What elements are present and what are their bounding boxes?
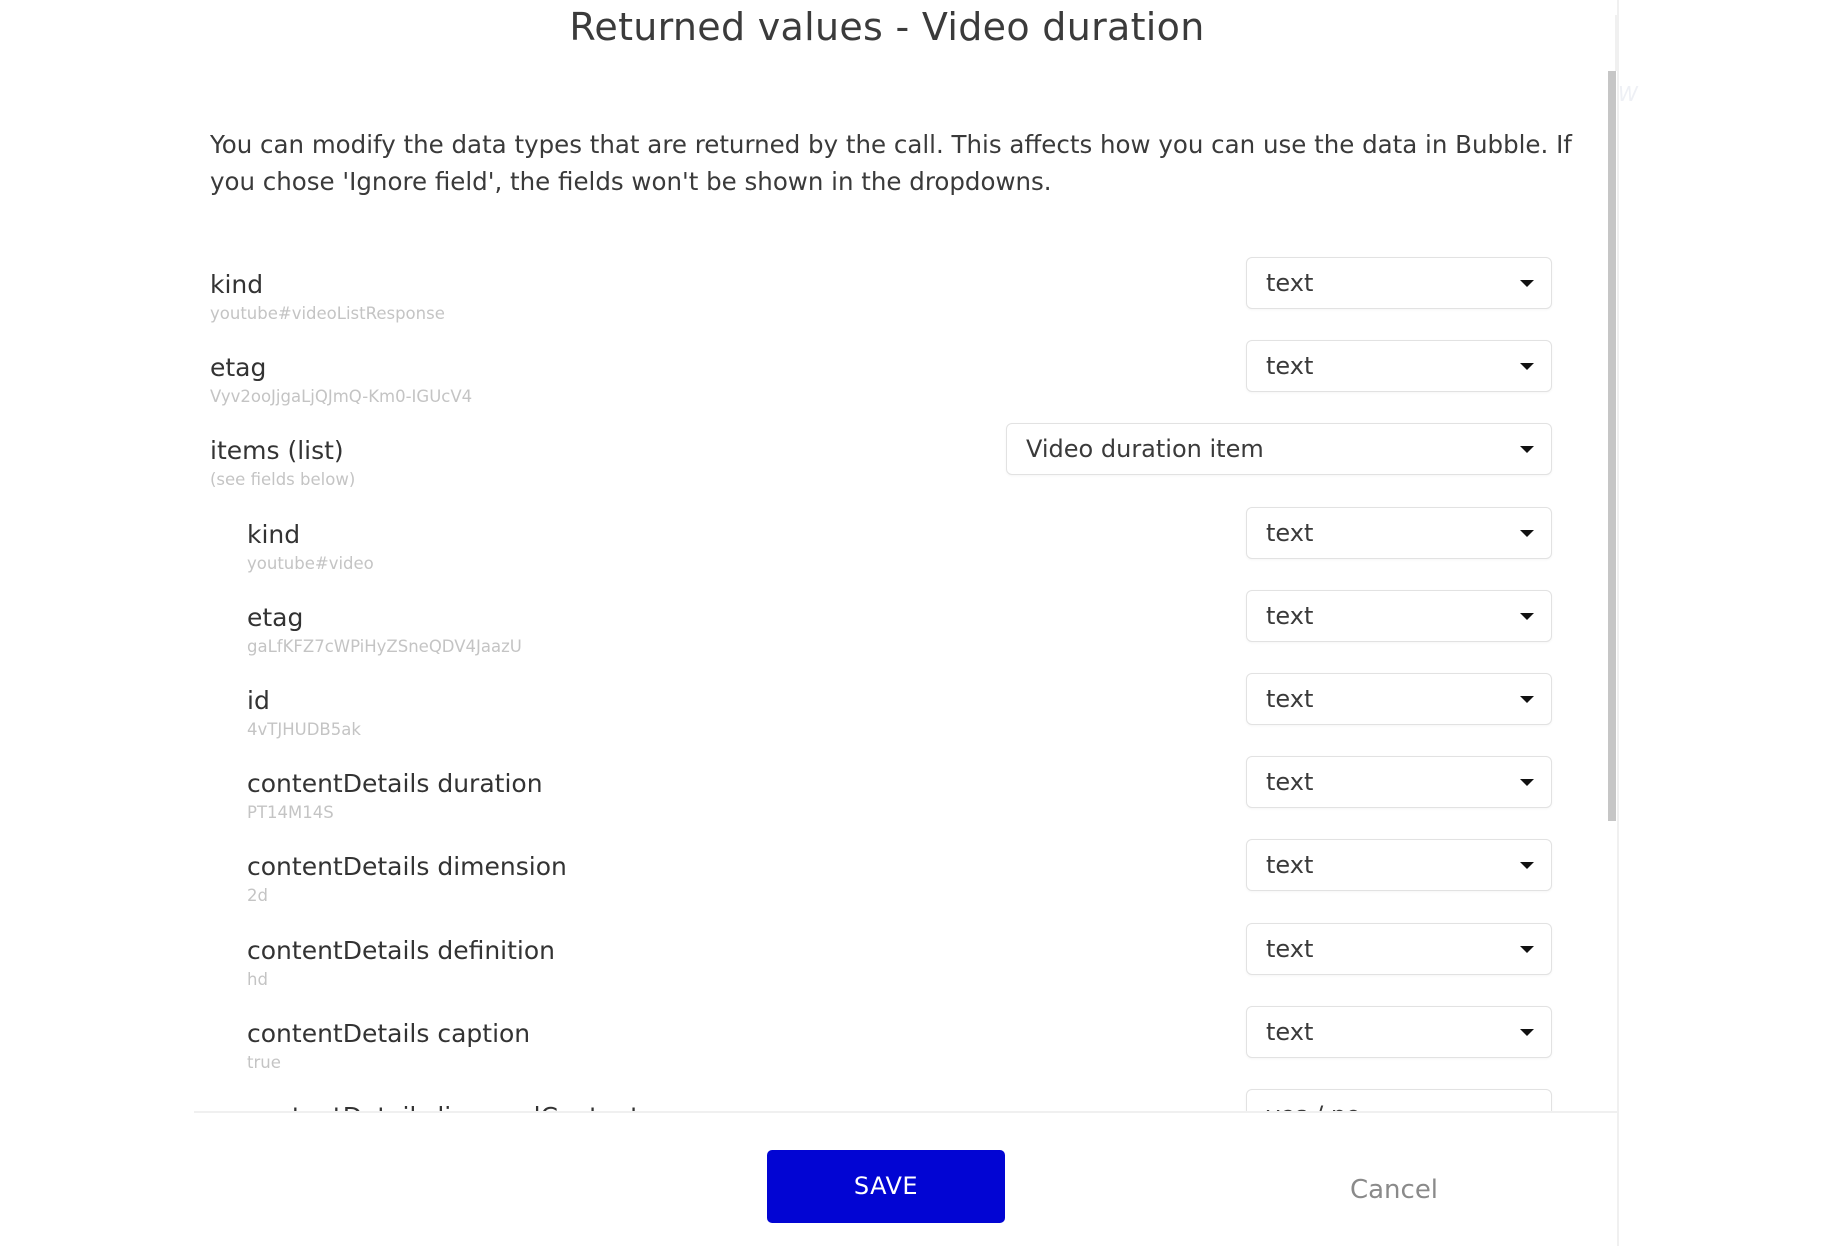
- field-label: contentDetails licensedContent: [247, 1102, 640, 1111]
- field-type-dropdown[interactable]: text: [1246, 340, 1552, 393]
- caret-down-icon: [1520, 945, 1534, 953]
- dropdown-selected-value: text: [1266, 518, 1314, 547]
- field-label: items (list): [210, 436, 344, 466]
- field-type-dropdown[interactable]: text: [1246, 839, 1552, 892]
- field-sample-value: Vyv2ooJjgaLjQJmQ-Km0-IGUcV4: [210, 387, 473, 407]
- field-type-dropdown[interactable]: text: [1246, 1005, 1552, 1058]
- modal-title: Returned values - Video duration: [569, 5, 1205, 49]
- field-type-dropdown[interactable]: text: [1246, 589, 1552, 642]
- field-sample-value: (see fields below): [210, 470, 356, 490]
- dropdown-selected-value: text: [1266, 269, 1314, 297]
- field-sample-value: youtube#video: [247, 553, 374, 573]
- dropdown-selected-value: Video duration item: [1026, 435, 1264, 464]
- footer-divider: [194, 1111, 1617, 1113]
- field-label: etag: [247, 602, 304, 632]
- field-label: contentDetails dimension: [247, 852, 567, 882]
- field-sample-value: youtube#videoListResponse: [210, 304, 445, 323]
- field-row-content-duration: contentDetails duration PT14M14S text: [194, 756, 1604, 839]
- field-row-item-kind: kind youtube#video text: [194, 506, 1604, 590]
- caret-down-icon: [1520, 446, 1534, 454]
- field-type-dropdown[interactable]: text: [1246, 506, 1552, 559]
- caret-down-icon: [1520, 280, 1534, 287]
- field-row-content-definition: contentDetails definition hd text: [194, 922, 1604, 1006]
- caret-down-icon: [1520, 695, 1534, 703]
- field-type-dropdown[interactable]: text: [1246, 257, 1552, 309]
- field-row-content-licensed: contentDetails licensedContent yes / no: [194, 1088, 1604, 1111]
- field-row-items: items (list) (see fields below) Video du…: [194, 423, 1604, 506]
- field-sample-value: 4vTJHUDB5ak: [247, 719, 361, 739]
- dropdown-selected-value: text: [1266, 1017, 1314, 1046]
- field-label: contentDetails caption: [247, 1018, 531, 1048]
- field-row-item-id: id 4vTJHUDB5ak text: [194, 672, 1604, 756]
- fields-scroll-area[interactable]: You can modify the data types that are r…: [194, 71, 1604, 1111]
- field-sample-value: hd: [247, 969, 268, 989]
- returned-values-modal: Returned values - Video duration You can…: [0, 0, 1619, 1246]
- field-label: contentDetails duration: [247, 769, 543, 799]
- dropdown-selected-value: yes / no: [1266, 1101, 1361, 1111]
- dropdown-selected-value: text: [1266, 601, 1314, 630]
- field-label: kind: [247, 519, 301, 549]
- caret-down-icon: [1520, 779, 1534, 787]
- modal-description: You can modify the data types that are r…: [210, 130, 1572, 196]
- field-type-dropdown[interactable]: text: [1246, 672, 1552, 725]
- field-sample-value: true: [247, 1052, 281, 1072]
- field-sample-value: 2d: [247, 886, 268, 906]
- background-text: W: [1618, 82, 1638, 106]
- dropdown-selected-value: text: [1266, 684, 1314, 713]
- field-label: kind: [210, 270, 264, 299]
- field-row-kind: kind youtube#videoListResponse text: [194, 257, 1604, 340]
- field-type-dropdown[interactable]: yes / no: [1246, 1088, 1552, 1111]
- field-type-dropdown[interactable]: Video duration item: [1006, 423, 1552, 476]
- field-row-content-dimension: contentDetails dimension 2d text: [194, 839, 1604, 922]
- field-type-dropdown[interactable]: text: [1246, 756, 1552, 809]
- field-row-etag: etag Vyv2ooJjgaLjQJmQ-Km0-IGUcV4 text: [194, 340, 1604, 423]
- field-label: id: [247, 685, 270, 715]
- field-label: contentDetails definition: [247, 935, 556, 965]
- field-label: etag: [210, 353, 267, 383]
- caret-down-icon: [1520, 529, 1534, 537]
- field-sample-value: PT14M14S: [247, 803, 334, 823]
- field-type-dropdown[interactable]: text: [1246, 922, 1552, 975]
- dropdown-selected-value: text: [1266, 851, 1314, 880]
- caret-down-icon: [1520, 612, 1534, 620]
- caret-down-icon: [1520, 862, 1534, 870]
- caret-down-icon: [1520, 363, 1534, 371]
- save-button[interactable]: SAVE: [767, 1150, 1005, 1223]
- field-list: kind youtube#videoListResponse text etag…: [194, 257, 1604, 1111]
- field-row-content-caption: contentDetails caption true text: [194, 1005, 1604, 1089]
- caret-down-icon: [1520, 1028, 1534, 1036]
- dropdown-selected-value: text: [1266, 352, 1314, 381]
- dropdown-selected-value: text: [1266, 768, 1314, 797]
- field-sample-value: gaLfKFZ7cWPiHyZSneQDV4JaazU: [247, 636, 522, 656]
- cancel-button[interactable]: Cancel: [1334, 1167, 1454, 1213]
- dropdown-selected-value: text: [1266, 934, 1314, 963]
- scrollbar-thumb[interactable]: [1608, 71, 1616, 821]
- field-row-item-etag: etag gaLfKFZ7cWPiHyZSneQDV4JaazU text: [194, 589, 1604, 673]
